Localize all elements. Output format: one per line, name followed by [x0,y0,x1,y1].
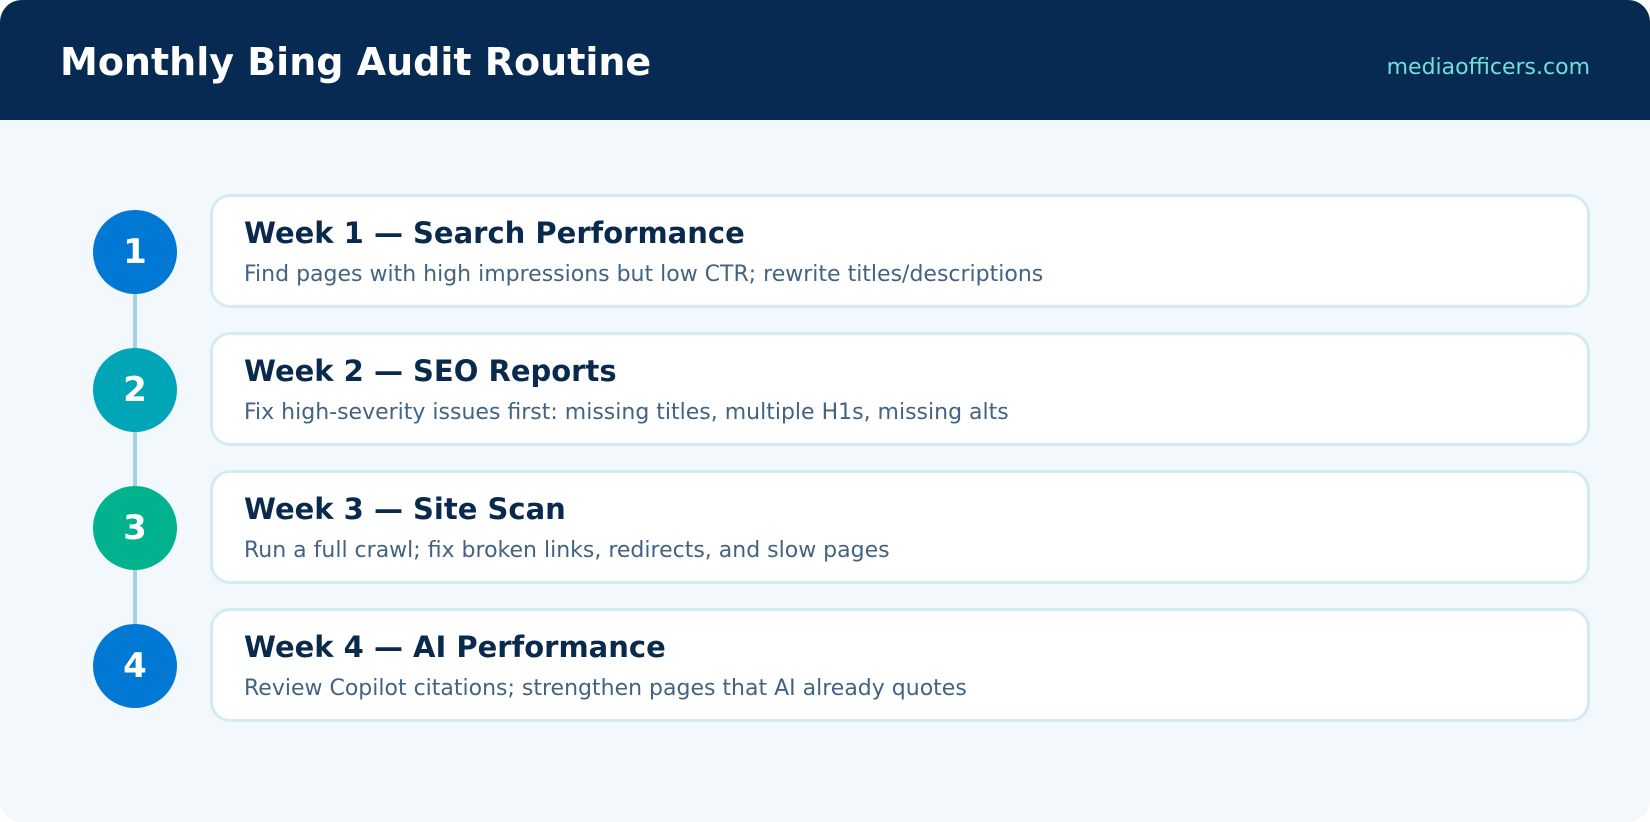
step-4-number-badge: 4 [93,624,177,708]
step-3-title: Week 3 — Site Scan [244,492,566,526]
step-4-title: Week 4 — AI Performance [244,630,666,664]
step-1-card: Week 1 — Search Performance Find pages w… [210,194,1590,308]
step-4-card: Week 4 — AI Performance Review Copilot c… [210,608,1590,722]
site-domain: mediaofficers.com [1386,55,1590,80]
page-title: Monthly Bing Audit Routine [60,40,652,84]
step-2-card: Week 2 — SEO Reports Fix high-severity i… [210,332,1590,446]
step-1-number-badge: 1 [93,210,177,294]
audit-routine-infographic: Monthly Bing Audit Routine mediaofficers… [0,0,1650,822]
step-1-title: Week 1 — Search Performance [244,216,745,250]
step-3-card: Week 3 — Site Scan Run a full crawl; fix… [210,470,1590,584]
step-1-description: Find pages with high impressions but low… [244,262,1044,287]
step-2-description: Fix high-severity issues first: missing … [244,400,1009,425]
step-3-number-badge: 3 [93,486,177,570]
step-2-title: Week 2 — SEO Reports [244,354,617,388]
timeline-connector [133,252,137,666]
header-bar: Monthly Bing Audit Routine mediaofficers… [0,0,1650,120]
step-3-description: Run a full crawl; fix broken links, redi… [244,538,890,563]
step-2-number-badge: 2 [93,348,177,432]
step-4-description: Review Copilot citations; strengthen pag… [244,676,967,701]
